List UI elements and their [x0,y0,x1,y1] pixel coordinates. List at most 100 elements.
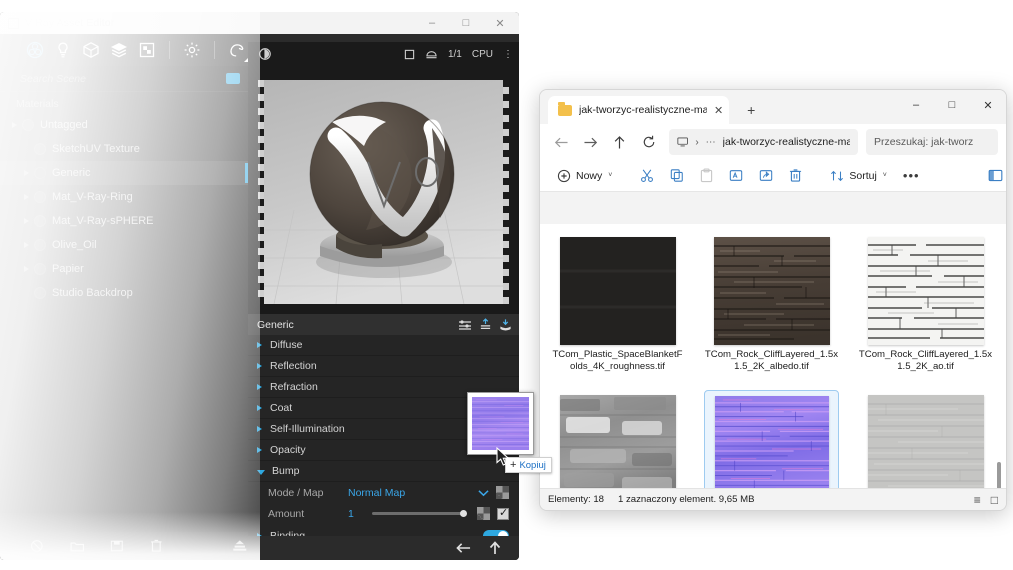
sort-button[interactable]: Sortuj ˅ [823,163,894,189]
tree-item-sketchuv-texture[interactable]: SketchUV Texture [0,137,248,161]
chevron-right-icon[interactable] [24,194,29,200]
maximize-button[interactable]: □ [449,12,483,34]
up-arrow-icon[interactable] [489,541,501,555]
section-reflection[interactable]: Reflection [248,356,519,377]
delete-button[interactable] [782,163,809,189]
tree-item-mat-v-ray-ring[interactable]: Mat_V-Ray-Ring [0,185,248,209]
delete-material-icon[interactable] [150,539,163,553]
maximize-button[interactable]: □ [934,90,970,120]
geometry-icon[interactable] [78,37,104,63]
document-icon [8,18,19,29]
more-options-button[interactable]: ••• [896,163,927,189]
tree-item-label: SketchUV Texture [52,143,140,155]
file-tile[interactable]: TCom_Rock_CliffLayered_1.5x1.5_2K_albedo… [704,232,839,380]
apply-material-icon[interactable] [232,539,248,553]
file-tile[interactable]: TCom_Rock_CliffLayered_1.5x1.5_2K_roughn… [858,390,993,488]
file-tile[interactable]: TCom_Rock_CliffLayered_1.5x1.5_2K_ao.tif [858,232,993,380]
bump-amount-value[interactable]: 1 [348,508,354,520]
search-scene-row[interactable]: Search Scene [0,66,248,92]
view-details-button[interactable]: Szczegóły [981,163,1007,189]
bump-amount-slider[interactable] [372,512,464,515]
this-pc-icon[interactable] [677,136,688,148]
cpu-engine-label[interactable]: CPU [472,49,493,60]
close-button[interactable]: ✕ [483,12,517,34]
tree-item-mat-v-ray-sphere[interactable]: Mat_V-Ray-sPHERE [0,209,248,233]
up-button[interactable] [606,129,633,156]
forward-button[interactable] [577,129,604,156]
breadcrumb-current-folder[interactable]: jak-tworzyc-realistyczne-materiały [723,136,850,148]
normal-map-texture [472,397,529,450]
file-tile[interactable]: TCom_Rock_CliffLayered_1.5x1.5_2K_height… [550,390,685,488]
address-bar[interactable]: › ⋯ jak-tworzyc-realistyczne-materiały [669,129,858,155]
render-elements-icon[interactable] [106,37,132,63]
section-label: Reflection [270,360,317,372]
plus-circle-icon [557,169,571,183]
lights-icon[interactable] [50,37,76,63]
tree-item-papier[interactable]: Papier [0,257,248,281]
breadcrumb-ellipsis[interactable]: ⋯ [706,137,716,148]
parameters-filter-icon[interactable] [458,319,472,331]
copy-button[interactable] [663,163,691,189]
bump-amount-map-slot[interactable] [477,507,490,520]
render-icon[interactable] [224,37,250,63]
large-icons-view-icon[interactable]: □ [991,493,998,507]
magnifier-icon[interactable] [226,73,240,84]
explorer-tab[interactable]: jak-tworzyc-realistyczne-mate ✕ [548,96,729,124]
preview-toggle-icon[interactable] [258,47,272,61]
settings-gear-icon[interactable] [179,37,205,63]
back-button[interactable] [548,129,575,156]
chevron-right-icon[interactable] [24,218,29,224]
section-label: Diffuse [270,339,303,351]
import-material-icon[interactable] [499,318,512,331]
close-button[interactable]: ✕ [970,90,1006,120]
chevron-down-icon[interactable] [478,489,489,497]
section-diffuse[interactable]: Diffuse [248,335,519,356]
save-material-icon[interactable] [110,539,124,553]
share-button[interactable] [752,163,780,189]
bump-mode-value[interactable]: Normal Map [348,487,405,499]
breadcrumb-separator[interactable]: › [695,137,698,148]
list-view-icon[interactable]: ≡ [974,493,981,507]
chevron-right-icon[interactable] [24,266,29,272]
resolution-ratio-label[interactable]: 1/1 [448,49,462,60]
new-tab-button[interactable]: + [739,98,763,122]
chevron-right-icon[interactable] [12,122,17,128]
tree-item-generic[interactable]: Generic [0,161,248,185]
refresh-button[interactable] [635,129,662,156]
cut-button[interactable] [633,163,661,189]
tree-item-olive-oil[interactable]: Olive_Oil [0,233,248,257]
minimize-button[interactable]: – [415,12,449,34]
minimize-button[interactable]: – [898,90,934,120]
rename-button[interactable] [722,163,750,189]
file-tile[interactable]: TCom_Plastic_SpaceBlanketFolds_4K_roughn… [550,232,685,380]
chevron-down-icon[interactable]: ˅ [608,172,612,179]
new-button-label: Nowy [576,170,602,182]
file-grid-area[interactable]: TCom_Plastic_SpaceBlanketFolds_4K_roughn… [540,224,1006,488]
textures-icon[interactable] [134,37,160,63]
back-arrow-icon[interactable] [456,542,471,554]
search-input[interactable]: Przeszukaj: jak-tworz [866,129,998,155]
slider-knob[interactable] [460,510,467,517]
bump-map-slot[interactable] [496,486,509,499]
paste-button[interactable] [693,163,720,189]
region-render-icon[interactable] [404,49,415,60]
more-options-icon[interactable]: ⋮ [503,49,513,60]
no-material-icon[interactable] [30,539,44,553]
add-layer-icon[interactable] [479,318,492,331]
close-tab-icon[interactable]: ✕ [714,104,723,117]
bump-enabled-checkbox[interactable] [497,508,509,520]
chevron-right-icon[interactable] [24,170,29,176]
open-folder-icon[interactable] [70,540,85,553]
vertical-scrollbar[interactable] [997,462,1001,488]
chevron-down-icon[interactable]: ˅ [883,172,887,179]
chevron-right-icon[interactable] [24,242,29,248]
tree-item-studio-backdrop[interactable]: Studio Backdrop [0,281,248,305]
material-swatch [34,143,46,155]
material-preview-viewport[interactable] [248,66,519,314]
material-preview-icon[interactable] [425,49,438,60]
file-tile-selected[interactable]: TCom_Rock_CliffLayered_1.5x1.5_2K_normal… [704,390,839,488]
materials-icon[interactable] [22,37,48,63]
tree-item-untagged[interactable]: Untagged [0,113,248,137]
section-bump[interactable]: Bump [248,461,519,482]
new-button[interactable]: Nowy ˅ [550,163,619,189]
